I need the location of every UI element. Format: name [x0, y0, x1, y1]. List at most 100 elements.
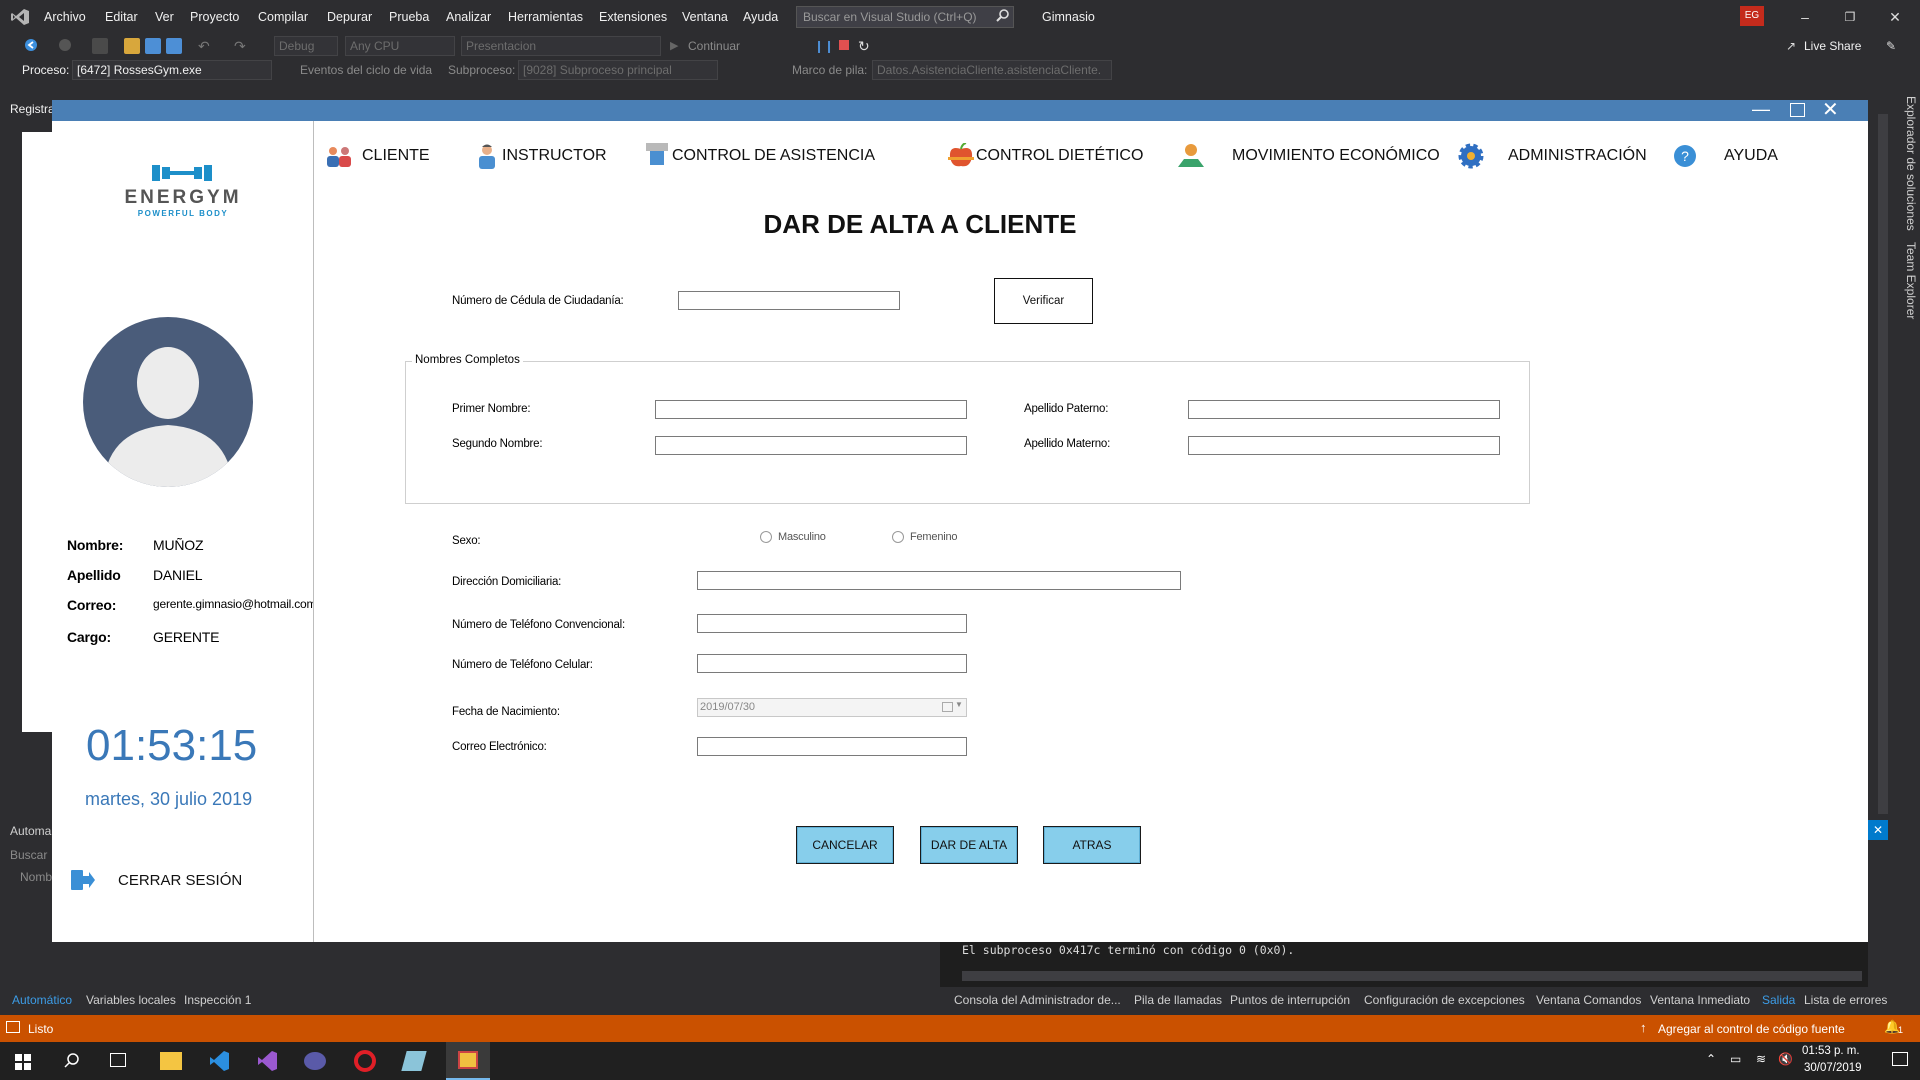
menu-extensiones[interactable]: Extensiones — [599, 10, 667, 24]
action-center-icon[interactable] — [1892, 1052, 1908, 1066]
tab-salida[interactable]: Salida — [1762, 993, 1795, 1007]
menu-ayuda[interactable]: Ayuda — [743, 10, 778, 24]
volume-icon[interactable]: 🔇 — [1778, 1052, 1793, 1066]
app-titlebar[interactable]: — ✕ — [52, 100, 1868, 121]
tab-lista-errores[interactable]: Lista de errores — [1804, 993, 1887, 1007]
telefono-celular-input[interactable] — [697, 654, 967, 673]
tray-chevron-icon[interactable]: ⌃ — [1706, 1052, 1716, 1066]
nav-ayuda[interactable]: ? AYUDA — [1670, 143, 1778, 169]
vs-search-input[interactable]: Buscar en Visual Studio (Ctrl+Q) — [796, 6, 1014, 28]
tab-ventana-comandos[interactable]: Ventana Comandos — [1536, 993, 1641, 1007]
menu-analizar[interactable]: Analizar — [446, 10, 491, 24]
direccion-input[interactable] — [697, 571, 1181, 590]
open-folder-icon[interactable] — [124, 38, 140, 54]
menu-ventana[interactable]: Ventana — [682, 10, 728, 24]
correo-electronico-input[interactable] — [697, 737, 967, 756]
restart-icon[interactable]: ↻ — [858, 38, 874, 54]
registro-tab-label[interactable]: Registra — [10, 102, 55, 116]
save-icon[interactable] — [145, 38, 161, 54]
file-explorer-icon[interactable] — [160, 1052, 182, 1070]
live-share-icon[interactable]: ↗ — [1786, 38, 1802, 54]
taskbar-search-icon[interactable] — [64, 1052, 80, 1068]
fecha-nacimiento-picker[interactable]: 2019/07/30 ▼ — [697, 698, 967, 717]
nav-control-asistencia[interactable]: CONTROL DE ASISTENCIA — [642, 143, 875, 169]
segundo-nombre-input[interactable] — [655, 436, 967, 455]
nav-control-dietetico[interactable]: CONTROL DIETÉTICO — [946, 142, 1143, 169]
automatico-label[interactable]: Automa — [10, 824, 51, 838]
minimize-icon[interactable]: – — [1790, 5, 1820, 29]
gimnasio-app-icon[interactable] — [446, 1042, 490, 1080]
app-minimize-icon[interactable]: — — [1752, 100, 1770, 118]
femenino-label[interactable]: Femenino — [910, 531, 958, 543]
telefono-convencional-input[interactable] — [697, 614, 967, 633]
menu-compilar[interactable]: Compilar — [258, 10, 308, 24]
right-scrollbar[interactable] — [1878, 114, 1888, 814]
startup-dropdown[interactable]: Presentacion — [461, 36, 661, 56]
tab-ventana-inmediato[interactable]: Ventana Inmediato — [1650, 993, 1750, 1007]
tab-inspeccion[interactable]: Inspección 1 — [184, 993, 251, 1007]
new-project-icon[interactable] — [92, 38, 108, 54]
menu-prueba[interactable]: Prueba — [389, 10, 429, 24]
config-dropdown[interactable]: Debug — [274, 36, 338, 56]
chevron-down-icon[interactable]: ▼ — [955, 700, 963, 709]
masculino-radio[interactable] — [760, 531, 772, 543]
nav-cliente[interactable]: CLIENTE — [324, 143, 430, 169]
taskbar-time[interactable]: 01:53 p. m. — [1802, 1045, 1860, 1057]
play-icon[interactable]: ▶ — [670, 38, 686, 54]
user-avatar[interactable]: EG — [1740, 6, 1764, 26]
buscar-label[interactable]: Buscar — [10, 848, 47, 862]
logout-button[interactable]: CERRAR SESIÓN — [70, 868, 270, 894]
femenino-radio[interactable] — [892, 531, 904, 543]
stop-icon[interactable] — [838, 38, 854, 54]
calendar-icon[interactable] — [942, 702, 953, 712]
solution-explorer-tab[interactable]: Explorador de soluciones — [1904, 96, 1918, 231]
windows-start-icon[interactable] — [15, 1054, 31, 1070]
nav-instructor[interactable]: INSTRUCTOR — [472, 143, 607, 169]
app-maximize-icon[interactable] — [1790, 103, 1805, 117]
feedback-icon[interactable]: ✎ — [1886, 38, 1902, 54]
close-output-button[interactable]: ✕ — [1868, 820, 1888, 840]
apellido-materno-input[interactable] — [1188, 436, 1500, 455]
team-explorer-tab[interactable]: Team Explorer — [1904, 242, 1918, 319]
wifi-icon[interactable]: ≋ — [1756, 1052, 1766, 1066]
search-icon[interactable] — [996, 8, 1010, 22]
tab-puntos-interrupcion[interactable]: Puntos de interrupción — [1230, 993, 1350, 1007]
menu-ver[interactable]: Ver — [155, 10, 174, 24]
output-hscrollbar[interactable] — [962, 971, 1862, 981]
network-icon[interactable]: ▭ — [1730, 1052, 1741, 1066]
cedula-input[interactable] — [678, 291, 900, 310]
restore-icon[interactable]: ❐ — [1835, 5, 1865, 29]
tab-pila-llamadas[interactable]: Pila de llamadas — [1134, 993, 1222, 1007]
process-dropdown[interactable]: [6472] RossesGym.exe — [72, 60, 272, 80]
continue-label[interactable]: Continuar — [688, 39, 740, 53]
undo-icon[interactable]: ↶ — [198, 38, 214, 54]
stack-frame-dropdown[interactable]: Datos.AsistenciaCliente.asistenciaClient… — [872, 60, 1112, 80]
pause-icon[interactable]: ❙❙ — [814, 38, 834, 54]
vscode-icon[interactable] — [208, 1050, 230, 1072]
taskbar-date[interactable]: 30/07/2019 — [1804, 1062, 1862, 1074]
live-share-label[interactable]: Live Share — [1804, 39, 1861, 53]
forward-icon[interactable] — [58, 38, 74, 54]
nav-movimiento-economico[interactable]: MOVIMIENTO ECONÓMICO — [1176, 143, 1440, 169]
menu-proyecto[interactable]: Proyecto — [190, 10, 239, 24]
lifecycle-events-label[interactable]: Eventos del ciclo de vida — [300, 63, 432, 77]
back-icon[interactable] — [24, 38, 40, 54]
close-icon[interactable]: ✕ — [1880, 5, 1910, 29]
atras-button[interactable]: ATRAS — [1043, 826, 1141, 864]
masculino-label[interactable]: Masculino — [778, 531, 826, 543]
app-icon-6[interactable] — [401, 1051, 427, 1071]
visual-studio-icon[interactable] — [256, 1050, 278, 1072]
app-icon-4[interactable] — [304, 1052, 326, 1070]
tab-variables-locales[interactable]: Variables locales — [86, 993, 176, 1007]
cancelar-button[interactable]: CANCELAR — [796, 826, 894, 864]
nav-administracion[interactable]: ADMINISTRACIÓN — [1456, 143, 1647, 169]
redo-icon[interactable]: ↷ — [234, 38, 250, 54]
primer-nombre-input[interactable] — [655, 400, 967, 419]
task-view-icon[interactable] — [110, 1053, 126, 1067]
menu-depurar[interactable]: Depurar — [327, 10, 372, 24]
opera-icon[interactable] — [354, 1050, 376, 1072]
menu-herramientas[interactable]: Herramientas — [508, 10, 583, 24]
source-control-button[interactable]: Agregar al control de código fuente — [1658, 1022, 1845, 1036]
menu-archivo[interactable]: Archivo — [44, 10, 86, 24]
menu-editar[interactable]: Editar — [105, 10, 138, 24]
